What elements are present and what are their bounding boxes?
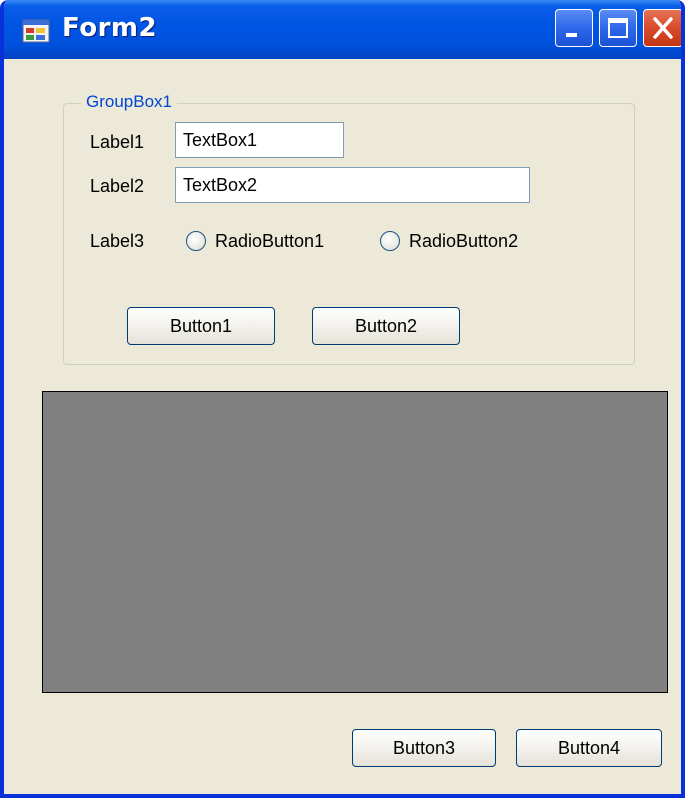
close-icon <box>653 17 673 39</box>
textbox1[interactable] <box>175 122 344 158</box>
minimize-button[interactable] <box>555 9 593 47</box>
button2[interactable]: Button2 <box>312 307 460 345</box>
close-button[interactable] <box>643 9 681 47</box>
button3[interactable]: Button3 <box>352 729 496 767</box>
radiobutton1-label[interactable]: RadioButton1 <box>215 231 324 252</box>
form-icon <box>22 19 50 43</box>
maximize-button[interactable] <box>599 9 637 47</box>
radiobutton1-circle[interactable] <box>186 231 206 251</box>
label1: Label1 <box>90 132 145 152</box>
title-bar[interactable]: Form2 <box>4 0 681 59</box>
textbox2[interactable] <box>175 167 530 203</box>
radiobutton2-circle[interactable] <box>380 231 400 251</box>
maximize-icon <box>608 18 628 38</box>
button4[interactable]: Button4 <box>516 729 662 767</box>
window-title: Form2 <box>62 13 158 43</box>
form-window: Form2 GroupBox1 Label1 Label2 Label3 Rad… <box>0 0 685 798</box>
minimize-icon <box>566 33 577 37</box>
gray-panel <box>42 391 668 693</box>
label2: Label2 <box>90 176 145 196</box>
radiobutton2-label[interactable]: RadioButton2 <box>409 231 518 252</box>
button1[interactable]: Button1 <box>127 307 275 345</box>
groupbox-title: GroupBox1 <box>81 92 177 112</box>
label3: Label3 <box>90 231 145 251</box>
